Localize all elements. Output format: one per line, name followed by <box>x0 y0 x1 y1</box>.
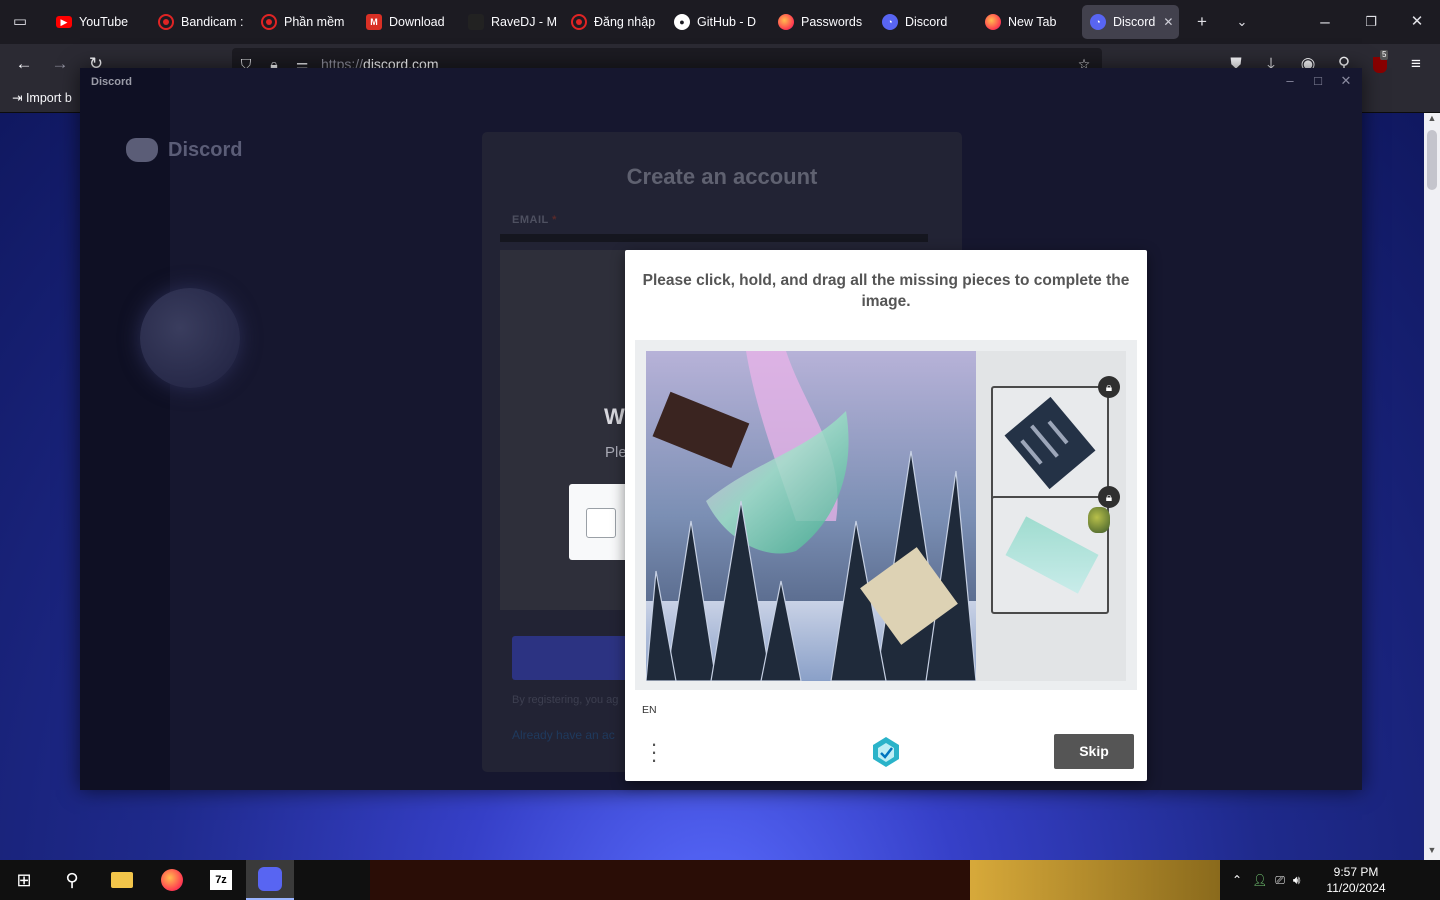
scroll-down-arrow-icon[interactable]: ▼ <box>1424 845 1440 859</box>
people-icon[interactable]: 👤︎ <box>1252 873 1267 887</box>
windows-taskbar: ⊞ ⚲ 7z ⌃ 👤︎ ⎚ 🔊︎ ▤ 9:57 PM 11/20/2024 <box>0 860 1440 900</box>
tab-strip: ▭ ▶ YouTube Bandicam : Phần mềm M Downlo… <box>0 0 1440 44</box>
file-explorer-icon[interactable] <box>98 860 146 900</box>
record-icon <box>571 14 587 30</box>
window-title: Discord <box>91 76 132 88</box>
discord-minimize-button[interactable]: – <box>1280 72 1300 90</box>
verification-text: Ple <box>605 444 627 461</box>
gmail-icon: M <box>366 14 382 30</box>
tab-youtube[interactable]: ▶ YouTube <box>48 5 148 39</box>
minimize-button[interactable]: – <box>1313 10 1337 34</box>
lock-icon: 🔒︎ <box>1098 376 1120 398</box>
drag-cursor-icon <box>1088 507 1110 533</box>
verification-heading: W <box>604 404 625 429</box>
tab-download[interactable]: M Download <box>358 5 458 39</box>
planet-decoration <box>140 288 240 388</box>
tab-dang-nhap[interactable]: Đăng nhập <box>563 5 663 39</box>
discord-icon: ◔ <box>1090 14 1106 30</box>
login-link[interactable]: Already have an ac <box>512 728 615 742</box>
page-scrollbar[interactable] <box>1424 113 1440 860</box>
close-tab-icon[interactable]: ✕ <box>1163 15 1173 29</box>
puzzle-image[interactable] <box>646 351 976 681</box>
captcha-task-frame: 🔒︎ 🔒︎ <box>635 340 1137 690</box>
tab-bandicam[interactable]: Bandicam : <box>150 5 250 39</box>
email-field[interactable] <box>500 234 928 242</box>
skip-button[interactable]: Skip <box>1054 734 1134 769</box>
show-hidden-icons-chevron-icon[interactable]: ⌃ <box>1232 873 1242 887</box>
menu-hamburger-icon[interactable]: ≡ <box>1404 52 1428 76</box>
network-icon[interactable]: ⎚ <box>1275 873 1285 888</box>
start-windows-icon[interactable]: ⊞ <box>0 860 48 900</box>
terms-text: By registering, you ag <box>512 694 619 706</box>
hcaptcha-logo-icon <box>870 736 902 768</box>
discord-close-button[interactable]: ✕ <box>1336 72 1356 90</box>
ravedj-icon <box>468 14 484 30</box>
piece-tray: 🔒︎ 🔒︎ <box>976 351 1126 681</box>
registration-title: Create an account <box>626 164 818 189</box>
lock-icon: 🔒︎ <box>1098 486 1120 508</box>
list-all-tabs-chevron-icon[interactable]: ⌄ <box>1230 10 1254 34</box>
tab-ravedj[interactable]: RaveDJ - M <box>460 5 560 39</box>
language-selector[interactable]: EN <box>642 704 657 716</box>
forest-piece[interactable] <box>993 388 1107 502</box>
7zip-icon[interactable]: 7z <box>197 860 245 900</box>
new-tab-button[interactable]: + <box>1190 10 1214 34</box>
tab-discord-active[interactable]: ◔ Discord ✕ <box>1082 5 1179 39</box>
email-label: EMAIL * <box>512 214 557 226</box>
scroll-up-arrow-icon[interactable]: ▲ <box>1424 113 1440 127</box>
search-icon[interactable]: ⚲ <box>48 860 96 900</box>
scrollbar-thumb[interactable] <box>1427 130 1437 190</box>
youtube-icon: ▶ <box>56 16 72 28</box>
tab-phan-mem[interactable]: Phần mềm <box>253 5 353 39</box>
firefox-taskbar-icon[interactable] <box>148 860 196 900</box>
import-bookmarks-link[interactable]: ⇥ Import b <box>12 90 72 105</box>
volume-icon[interactable]: 🔊︎ <box>1293 873 1301 888</box>
captcha-dialog: Please click, hold, and drag all the mis… <box>625 250 1147 781</box>
discord-logo-icon <box>126 138 158 162</box>
captcha-prompt: Please click, hold, and drag all the mis… <box>642 272 1130 310</box>
aurora-forest-image <box>646 351 976 681</box>
github-icon: ● <box>674 14 690 30</box>
tab-passwords[interactable]: Passwords <box>770 5 870 39</box>
clock[interactable]: 9:57 PM 11/20/2024 <box>1322 864 1390 896</box>
captcha-checkbox[interactable] <box>586 508 616 538</box>
ublock-icon[interactable]: 5 <box>1368 50 1392 76</box>
restore-button[interactable]: ❐ <box>1359 10 1383 34</box>
puzzle-piece-slot[interactable] <box>991 386 1109 504</box>
record-icon <box>158 14 174 30</box>
discord-icon: ◔ <box>882 14 898 30</box>
forward-arrow-icon[interactable]: → <box>48 52 72 76</box>
tab-overview-button[interactable]: ▭ <box>8 10 32 34</box>
close-window-button[interactable]: ✕ <box>1405 10 1429 34</box>
discord-taskbar-icon[interactable] <box>246 860 294 900</box>
firefox-icon <box>985 14 1001 30</box>
tab-new-tab[interactable]: New Tab <box>977 5 1077 39</box>
discord-logo: Discord <box>126 138 242 162</box>
firefox-icon <box>778 14 794 30</box>
more-options-icon[interactable]: · · · <box>649 733 659 771</box>
tab-discord[interactable]: ◔ Discord <box>874 5 974 39</box>
record-icon <box>261 14 277 30</box>
discord-maximize-button[interactable]: □ <box>1308 72 1328 90</box>
back-arrow-icon[interactable]: ← <box>12 52 36 76</box>
tab-github[interactable]: ● GitHub - D <box>666 5 766 39</box>
